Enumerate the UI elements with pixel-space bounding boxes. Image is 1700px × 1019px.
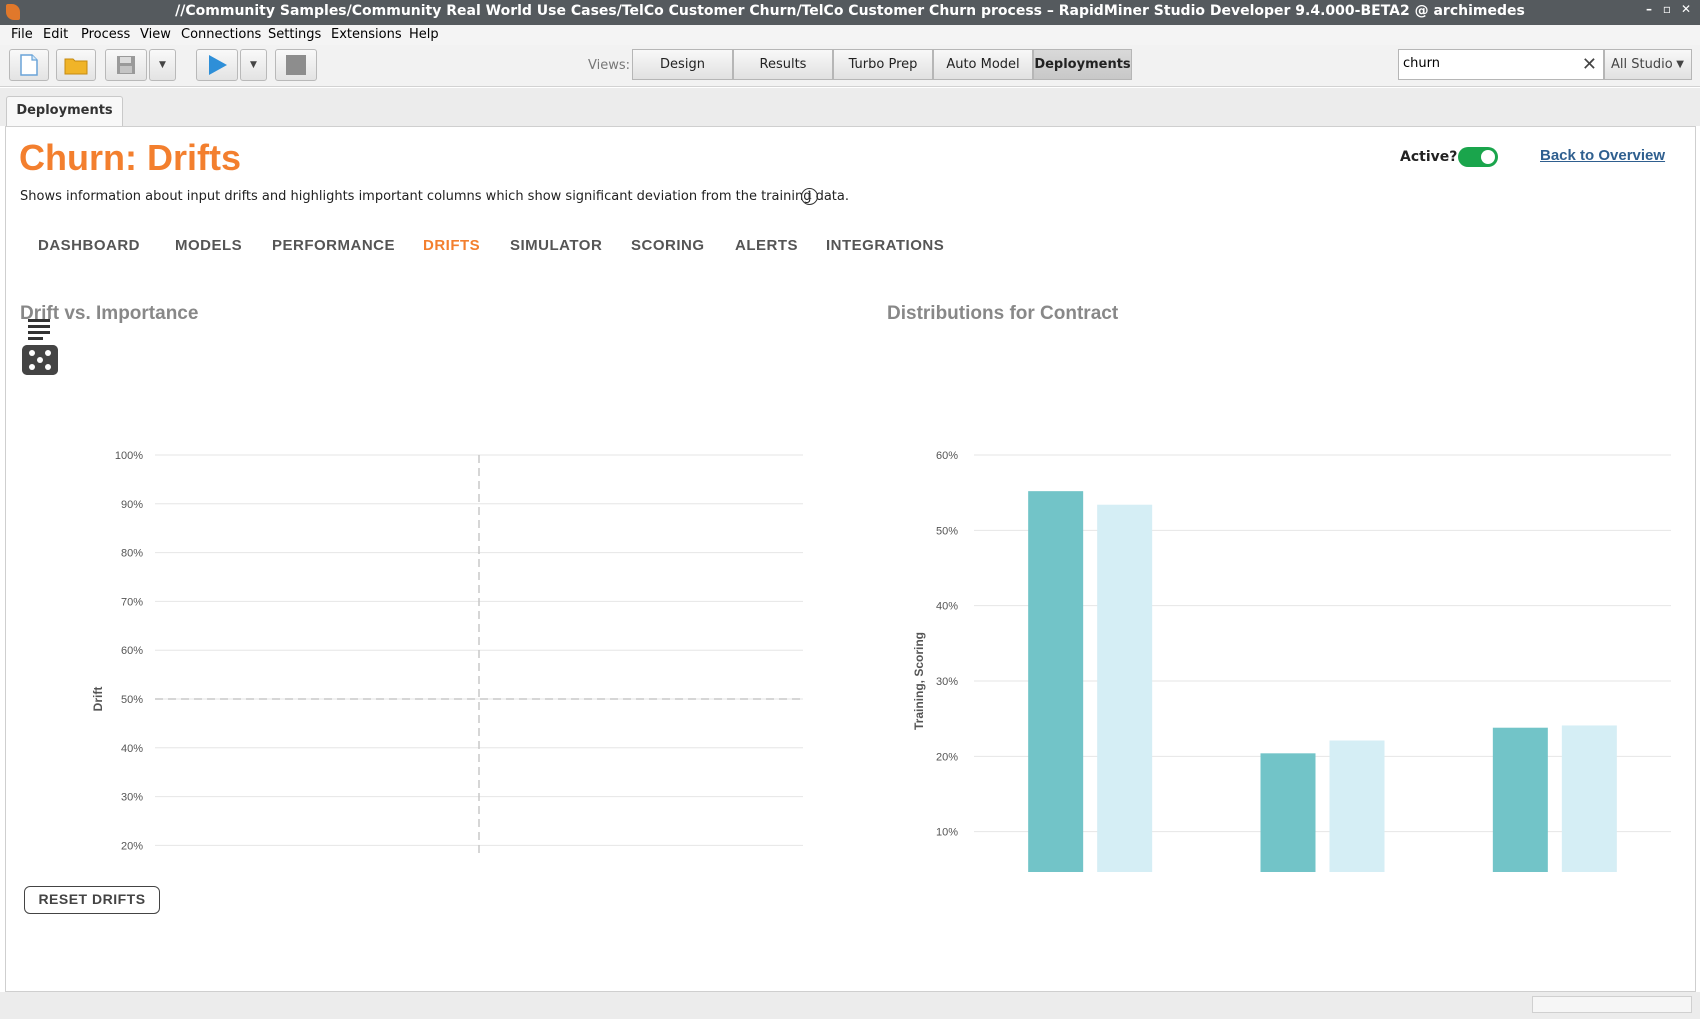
stop-icon	[286, 55, 306, 75]
document-tab-strip: Deployments	[0, 88, 1700, 126]
toolbar: ▼ ▼ Views: Design Results Turbo Prep Aut…	[0, 45, 1700, 87]
bar-training	[1028, 491, 1084, 872]
y-tick-label: 30%	[936, 676, 958, 688]
menu-settings[interactable]: Settings	[268, 27, 321, 42]
bar-scoring	[1097, 504, 1153, 872]
menu-connections[interactable]: Connections	[181, 27, 261, 42]
new-document-icon	[20, 54, 38, 76]
search-input[interactable]	[1403, 56, 1573, 71]
play-icon	[209, 55, 227, 75]
menu-bar: File Edit Process View Connections Setti…	[0, 25, 1700, 45]
nav-tab-scoring[interactable]: SCORING	[631, 237, 705, 254]
deployments-panel: Churn: Drifts Shows information about in…	[5, 126, 1696, 992]
chevron-down-icon: ▼	[1676, 59, 1684, 70]
menu-process[interactable]: Process	[81, 27, 130, 42]
menu-edit[interactable]: Edit	[43, 27, 68, 42]
nav-tab-drifts[interactable]: DRIFTS	[423, 237, 480, 254]
bar-training	[1260, 753, 1316, 872]
view-tab-design[interactable]: Design	[632, 49, 733, 80]
save-icon	[117, 56, 135, 74]
clear-search-icon[interactable]: ✕	[1582, 54, 1597, 75]
y-tick-label: 20%	[121, 840, 143, 852]
nav-tab-models[interactable]: MODELS	[175, 237, 242, 254]
search-scope-label: All Studio	[1611, 57, 1673, 72]
reset-drifts-button[interactable]: RESET DRIFTS	[24, 886, 160, 914]
close-window-icon[interactable]: ✕	[1677, 2, 1695, 16]
y-tick-label: 50%	[936, 525, 958, 537]
dice-icon[interactable]	[22, 345, 58, 375]
tab-deployments[interactable]: Deployments	[6, 96, 123, 126]
y-tick-label: 10%	[936, 827, 958, 839]
y-axis-title: Drift	[91, 687, 105, 712]
maximize-icon[interactable]: ▫	[1658, 2, 1676, 16]
views-label: Views:	[588, 58, 631, 73]
chevron-down-icon: ▼	[159, 60, 166, 70]
stop-process-button[interactable]	[275, 49, 317, 81]
list-view-icon[interactable]	[28, 319, 50, 343]
view-tab-results[interactable]: Results	[733, 49, 833, 80]
menu-help[interactable]: Help	[409, 27, 439, 42]
y-tick-label: 20%	[936, 751, 958, 763]
nav-tab-simulator[interactable]: SIMULATOR	[510, 237, 602, 254]
view-tab-deployments[interactable]: Deployments	[1033, 49, 1132, 80]
nav-tab-performance[interactable]: PERFORMANCE	[272, 237, 395, 254]
bar-scoring	[1561, 725, 1617, 872]
title-bar: //Community Samples/Community Real World…	[0, 0, 1700, 25]
run-process-button[interactable]	[196, 49, 238, 81]
view-tab-turbo-prep[interactable]: Turbo Prep	[833, 49, 933, 80]
app-window: //Community Samples/Community Real World…	[0, 0, 1700, 1019]
nav-tab-dashboard[interactable]: DASHBOARD	[38, 237, 140, 254]
y-tick-label: 50%	[121, 694, 143, 706]
folder-icon	[64, 58, 88, 75]
bar-training	[1492, 727, 1548, 872]
status-box	[1532, 996, 1692, 1013]
active-toggle[interactable]	[1458, 147, 1498, 167]
save-process-button[interactable]	[105, 49, 147, 81]
y-tick-label: 40%	[936, 601, 958, 613]
nav-tab-alerts[interactable]: ALERTS	[735, 237, 798, 254]
y-tick-label: 60%	[936, 450, 958, 462]
toggle-knob	[1481, 150, 1495, 164]
menu-file[interactable]: File	[11, 27, 33, 42]
new-process-button[interactable]	[9, 49, 49, 81]
page-title: Churn: Drifts	[19, 137, 241, 178]
y-tick-label: 30%	[121, 792, 143, 804]
search-scope-dropdown[interactable]: All Studio ▼	[1604, 49, 1692, 80]
y-axis-title: Training, Scoring	[912, 632, 926, 730]
y-tick-label: 80%	[121, 548, 143, 560]
menu-extensions[interactable]: Extensions	[331, 27, 402, 42]
nav-tab-integrations[interactable]: INTEGRATIONS	[826, 237, 944, 254]
drift-importance-scatter: 0%10%20%30%40%50%60%70%80%90%100%0%20%40…	[91, 450, 803, 857]
page-description: Shows information about input drifts and…	[20, 189, 849, 204]
info-icon[interactable]: i	[801, 188, 818, 205]
global-search: ✕	[1398, 49, 1604, 80]
chevron-down-icon: ▼	[250, 60, 257, 70]
y-tick-label: 100%	[115, 450, 143, 462]
y-tick-label: 90%	[121, 499, 143, 511]
distribution-section-title: Distributions for Contract	[887, 303, 1119, 324]
view-tab-auto-model[interactable]: Auto Model	[933, 49, 1033, 80]
window-title: //Community Samples/Community Real World…	[175, 3, 1525, 19]
save-options-dropdown[interactable]: ▼	[149, 49, 176, 81]
minimize-icon[interactable]: –	[1640, 2, 1658, 16]
y-tick-label: 40%	[121, 743, 143, 755]
status-strip	[0, 992, 1700, 1019]
run-options-dropdown[interactable]: ▼	[240, 49, 267, 81]
contract-distribution-chart: 0%10%20%30%40%50%60%Month-to-monthOne ye…	[912, 450, 1671, 872]
y-tick-label: 70%	[121, 596, 143, 608]
open-process-button[interactable]	[56, 49, 96, 81]
menu-view[interactable]: View	[140, 27, 171, 42]
bar-scoring	[1329, 740, 1385, 872]
y-tick-label: 60%	[121, 645, 143, 657]
back-to-overview-link[interactable]: Back to Overview	[1540, 147, 1665, 164]
active-label: Active?	[1400, 149, 1458, 165]
